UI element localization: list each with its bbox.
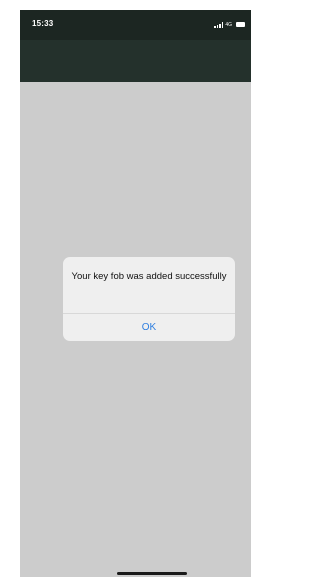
ok-button[interactable]: OK xyxy=(63,314,235,341)
alert-message: Your key fob was added successfully xyxy=(71,271,227,282)
navigation-bar xyxy=(20,40,251,82)
status-bar: 15:33 4G xyxy=(20,10,251,40)
home-indicator[interactable] xyxy=(117,572,187,575)
signal-icon xyxy=(214,22,224,28)
battery-icon xyxy=(236,22,245,27)
status-time: 15:33 xyxy=(32,19,54,28)
phone-screen: 15:33 4G Your key fob was added successf… xyxy=(20,10,251,577)
status-indicators: 4G xyxy=(214,20,245,28)
alert-dialog: Your key fob was added successfully OK xyxy=(63,257,235,341)
network-label: 4G xyxy=(225,22,232,28)
